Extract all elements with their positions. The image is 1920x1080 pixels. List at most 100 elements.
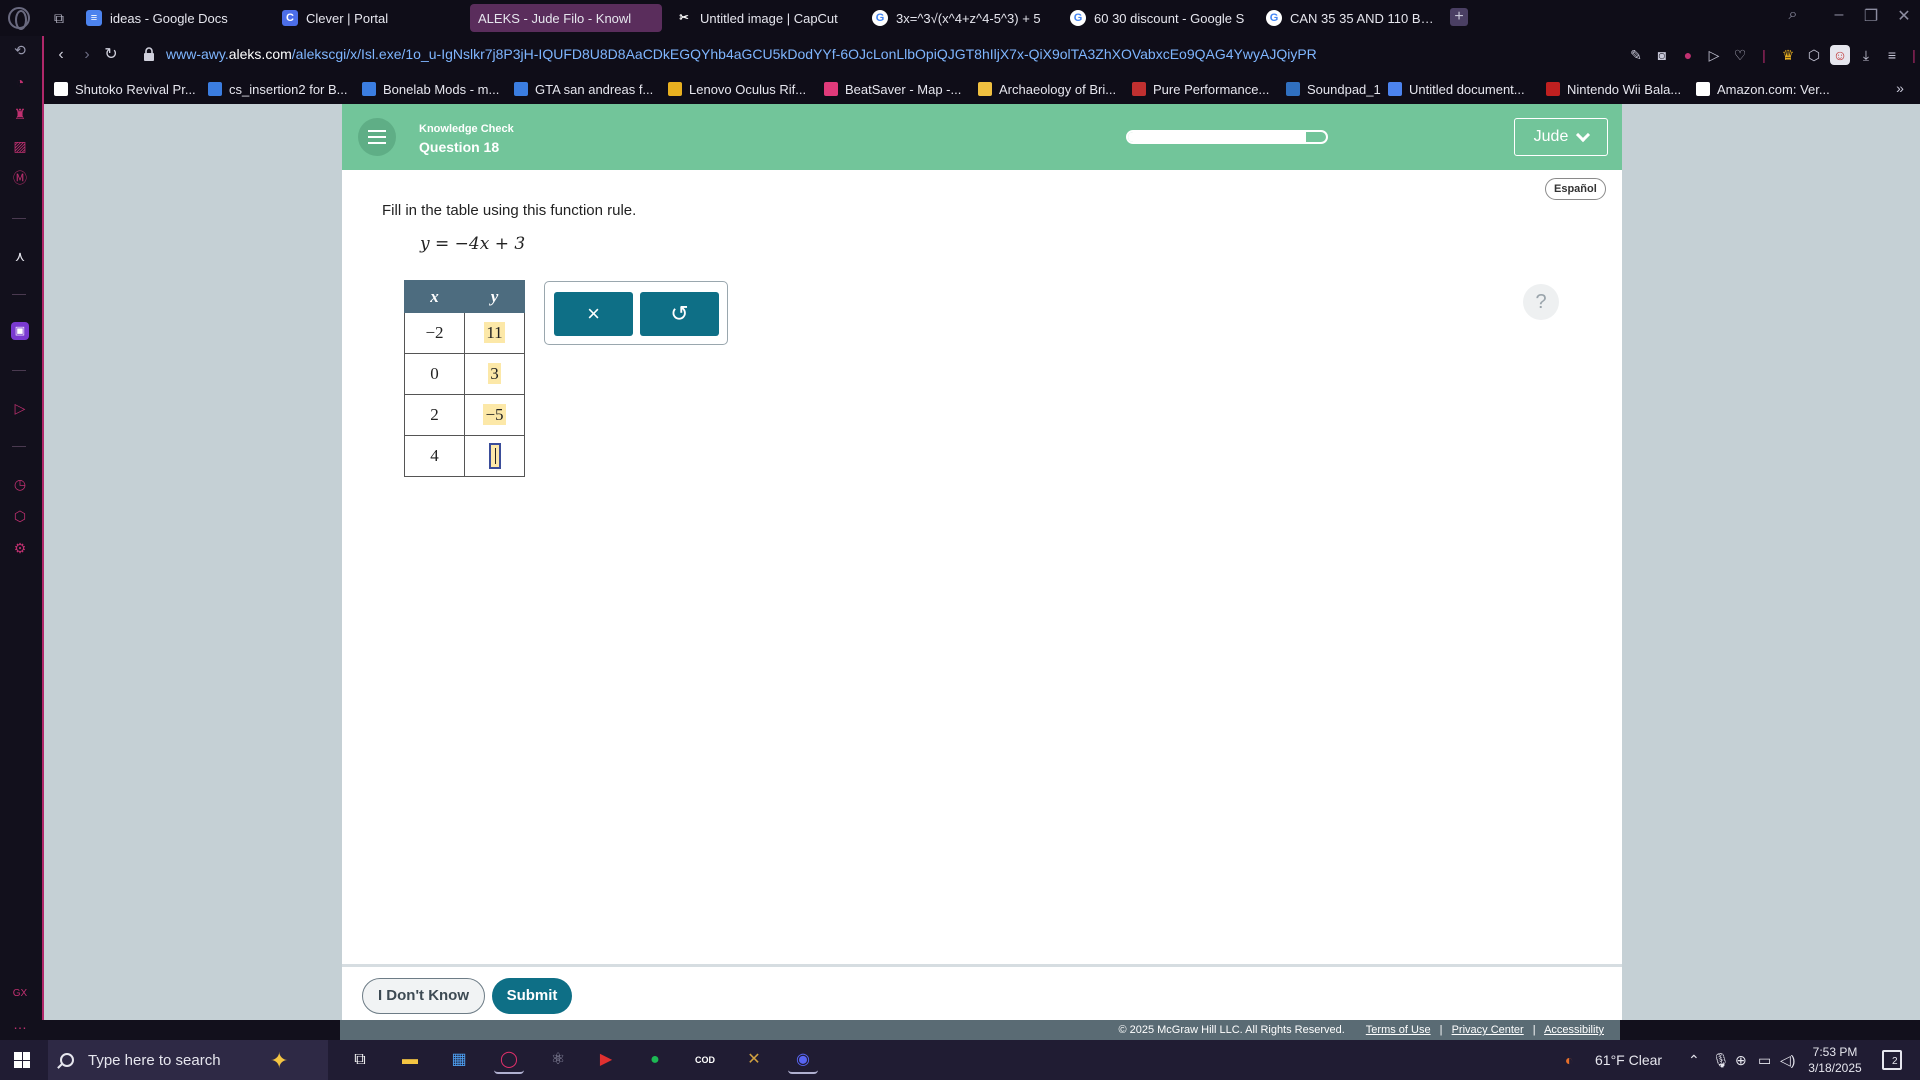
restore-icon[interactable]: ❐ bbox=[1860, 6, 1882, 26]
profile-avatar-icon[interactable]: ☺ bbox=[1830, 45, 1850, 65]
spotify-icon[interactable]: ● bbox=[640, 1046, 670, 1074]
game-app-icon[interactable]: ✕ bbox=[739, 1046, 769, 1074]
network-icon[interactable]: ▭ bbox=[1758, 1040, 1771, 1080]
browser-tab[interactable]: ✂ Untitled image | CapCut bbox=[668, 4, 860, 32]
accessibility-link[interactable]: Accessibility bbox=[1544, 1024, 1604, 1036]
player-icon[interactable]: ▷ bbox=[10, 398, 30, 418]
reload-icon[interactable]: ↻ bbox=[100, 44, 122, 66]
opera-logo-icon[interactable] bbox=[8, 7, 30, 30]
call-of-duty-icon[interactable]: COD bbox=[690, 1046, 720, 1074]
file-explorer-icon[interactable]: ▬ bbox=[395, 1046, 425, 1074]
bookmark-item[interactable]: Archaeology of Bri... bbox=[978, 80, 1116, 98]
opera-gx-taskbar-icon[interactable]: ◯ bbox=[494, 1046, 524, 1074]
messenger-icon[interactable]: Ⓜ bbox=[10, 168, 30, 188]
submit-button[interactable]: Submit bbox=[492, 978, 572, 1014]
meet-icon[interactable]: ⊕ bbox=[1735, 1040, 1747, 1080]
forward-icon[interactable]: › bbox=[76, 44, 98, 66]
browser-tab[interactable]: G 3x=^3√(x^4+z^4-5^3) + 5 bbox=[864, 4, 1056, 32]
bookmark-item[interactable]: BeatSaver - Map -... bbox=[824, 80, 961, 98]
easy-setup-icon[interactable]: ≡ bbox=[1882, 45, 1902, 65]
close-window-icon[interactable]: ✕ bbox=[1893, 6, 1915, 26]
privacy-link[interactable]: Privacy Center bbox=[1452, 1024, 1524, 1036]
minimize-icon[interactable]: – bbox=[1828, 6, 1850, 24]
y-answer-cell[interactable]: −5 bbox=[464, 394, 525, 436]
hamburger-menu-icon[interactable] bbox=[358, 118, 396, 156]
bookmark-item[interactable]: cs_insertion2 for B... bbox=[208, 80, 348, 98]
crypto-wallet-icon[interactable]: ▨ bbox=[10, 136, 30, 156]
more-icon[interactable]: … bbox=[10, 1014, 30, 1034]
gx-corner-icon[interactable]: ♜ bbox=[10, 104, 30, 124]
x-cell: −2 bbox=[404, 312, 465, 354]
history-icon[interactable]: ◷ bbox=[10, 474, 30, 494]
cube-extension-icon[interactable]: ⬡ bbox=[1804, 45, 1824, 65]
snapshot-edit-icon[interactable]: ✎ bbox=[1626, 45, 1646, 65]
lock-icon[interactable] bbox=[144, 47, 154, 61]
extensions-icon[interactable]: ⬡ bbox=[10, 506, 30, 526]
browser-tab[interactable]: C Clever | Portal bbox=[274, 4, 466, 32]
back-icon[interactable]: ‹ bbox=[50, 44, 72, 66]
vpn-icon[interactable]: ● bbox=[1678, 45, 1698, 65]
y-answer-value[interactable]: 3 bbox=[488, 363, 501, 384]
app-icon[interactable]: ⚛ bbox=[543, 1046, 573, 1074]
gx-logo-icon[interactable]: GX bbox=[10, 984, 30, 1004]
bookmark-item[interactable]: Lenovo Oculus Rif... bbox=[668, 80, 806, 98]
browser-tab-strip: ⧉ ≡ ideas - Google Docs C Clever | Portal AA… bbox=[0, 0, 1920, 36]
terms-link[interactable]: Terms of Use bbox=[1366, 1024, 1431, 1036]
y-answer-cell[interactable] bbox=[464, 435, 525, 477]
bookmark-item[interactable]: Bonelab Mods - m... bbox=[362, 80, 499, 98]
settings-icon[interactable]: ⚙ bbox=[10, 538, 30, 558]
windows-start-icon[interactable] bbox=[14, 1052, 30, 1068]
sidebar-divider bbox=[12, 218, 26, 219]
clear-button[interactable]: × bbox=[554, 292, 633, 336]
search-tabs-icon[interactable]: ⌕ bbox=[1782, 6, 1804, 24]
dont-know-button[interactable]: I Don't Know bbox=[362, 978, 485, 1014]
y-answer-cell[interactable]: 11 bbox=[464, 312, 525, 354]
favorite-heart-icon[interactable]: ♡ bbox=[1730, 45, 1750, 65]
user-menu-button[interactable]: Jude bbox=[1514, 118, 1608, 156]
browser-tab[interactable]: G CAN 35 35 AND 110 BE ME bbox=[1258, 4, 1450, 32]
help-button[interactable]: ? bbox=[1523, 284, 1559, 320]
sync-icon[interactable]: ⟲ bbox=[10, 40, 30, 60]
extension-badge-icon[interactable]: ♛ bbox=[1778, 45, 1798, 65]
send-icon[interactable]: ▷ bbox=[1704, 45, 1724, 65]
bookmark-label: Shutoko Revival Pr... bbox=[75, 81, 196, 97]
twitch-icon[interactable]: ▣ bbox=[11, 322, 29, 340]
volume-icon[interactable]: ◁) bbox=[1780, 1040, 1795, 1080]
tray-expand-icon[interactable]: ⌃ bbox=[1688, 1040, 1700, 1080]
browser-tab[interactable]: ≡ ideas - Google Docs bbox=[78, 4, 270, 32]
y-answer-value[interactable]: 11 bbox=[484, 322, 505, 343]
undo-button[interactable]: ↺ bbox=[640, 292, 719, 336]
taskbar-clock[interactable]: 7:53 PM 3/18/2025 bbox=[1795, 1044, 1875, 1076]
microsoft-store-icon[interactable]: ▦ bbox=[444, 1046, 474, 1074]
bookmark-item[interactable]: Amazon.com: Ver... bbox=[1696, 80, 1830, 98]
discord-icon[interactable]: ◉ bbox=[788, 1046, 818, 1074]
youtube-icon[interactable]: ▶ bbox=[591, 1046, 621, 1074]
y-answer-cell[interactable]: 3 bbox=[464, 353, 525, 395]
aleks-sidebar-icon[interactable]: ⋏ bbox=[10, 246, 30, 266]
bookmark-item[interactable]: Pure Performance... bbox=[1132, 80, 1269, 98]
espanol-button[interactable]: Español bbox=[1545, 178, 1606, 200]
bookmark-item[interactable]: Nintendo Wii Bala... bbox=[1546, 80, 1681, 98]
browser-tab[interactable]: AALEKS - Jude Filo - Knowl bbox=[470, 4, 662, 32]
copilot-sparkle-icon[interactable]: ✦ bbox=[270, 1048, 288, 1074]
new-tab-button[interactable]: + bbox=[1450, 8, 1468, 26]
notification-center-icon[interactable]: 2 bbox=[1882, 1050, 1902, 1070]
bookmark-item[interactable]: Soundpad_1 bbox=[1286, 80, 1381, 98]
aria-icon[interactable]: ◔ bbox=[10, 72, 30, 92]
microphone-icon[interactable]: 🎙 bbox=[1712, 1040, 1730, 1080]
y-answer-input[interactable] bbox=[488, 443, 501, 469]
download-icon[interactable]: ⤓ bbox=[1856, 45, 1876, 65]
tab-overview-icon[interactable]: ⧉ bbox=[48, 7, 70, 29]
bookmark-item[interactable]: Shutoko Revival Pr... bbox=[54, 80, 196, 98]
bookmark-label: Nintendo Wii Bala... bbox=[1567, 81, 1682, 97]
browser-tab[interactable]: G 60 30 discount - Google S bbox=[1062, 4, 1254, 32]
bookmark-item[interactable]: GTA san andreas f... bbox=[514, 80, 653, 98]
bookmark-item[interactable]: Untitled document... bbox=[1388, 80, 1525, 98]
weather-icon[interactable]: ◐ bbox=[1565, 1040, 1573, 1080]
task-view-icon[interactable]: ⧉ bbox=[345, 1046, 375, 1074]
weather-text[interactable]: 61°F Clear bbox=[1595, 1040, 1662, 1080]
y-answer-value[interactable]: −5 bbox=[483, 404, 506, 425]
more-bookmarks-icon[interactable]: » bbox=[1890, 78, 1910, 98]
camera-icon[interactable]: ◙ bbox=[1652, 45, 1672, 65]
url-field[interactable]: www-awy.aleks.com/alekscgi/x/Isl.exe/1o_… bbox=[166, 46, 1317, 62]
